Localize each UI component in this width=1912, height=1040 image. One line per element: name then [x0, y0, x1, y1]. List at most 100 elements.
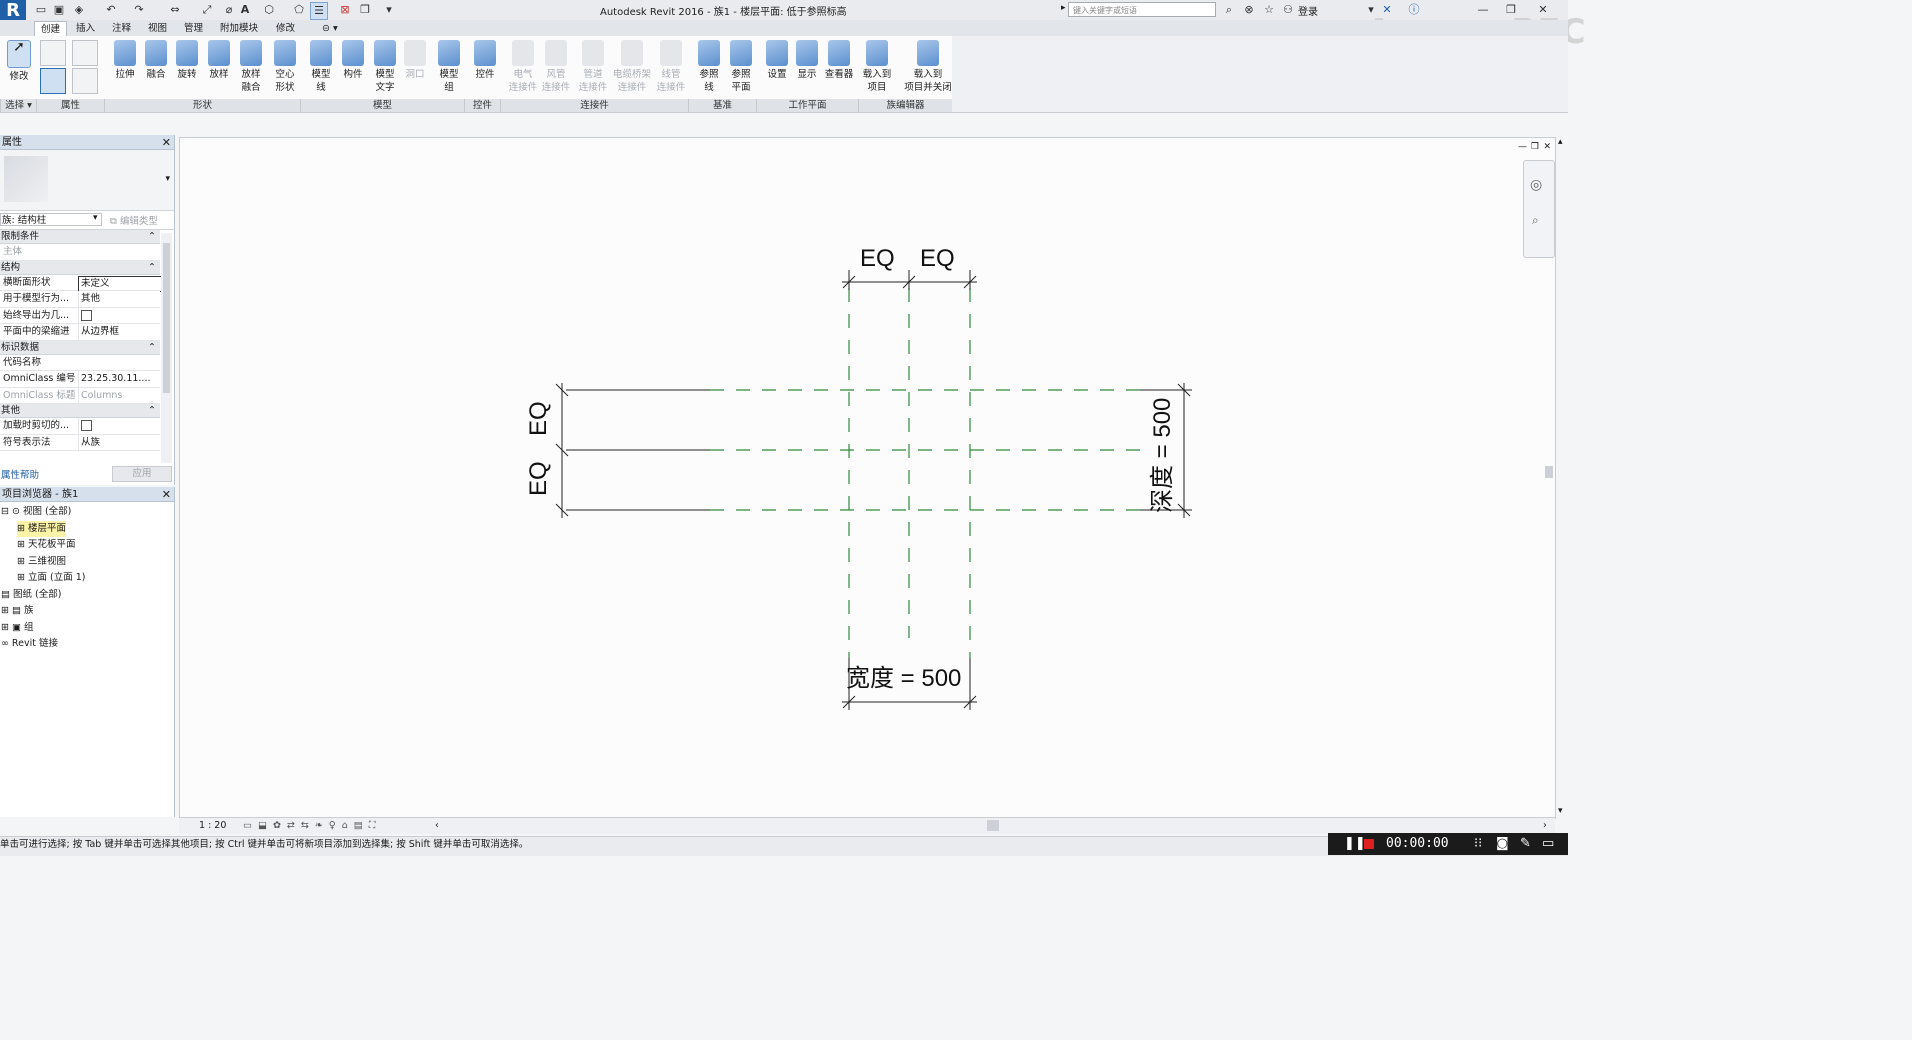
panel-title-8[interactable]: 族编辑器	[858, 99, 952, 112]
collapse-icon[interactable]: ⌃	[148, 404, 156, 418]
scroll-left-icon[interactable]: ‹	[435, 818, 439, 834]
search-expand-icon[interactable]: ▸	[1061, 3, 1066, 13]
dimension-icon[interactable]: ⤢	[200, 2, 214, 18]
collapse-icon[interactable]: ⌃	[148, 261, 156, 275]
property-value[interactable]: 23.25.30.11....	[78, 371, 161, 387]
ribbon-button-pipe-connector[interactable]: 管道 连接件	[578, 40, 608, 94]
ribbon-button-load-into-project[interactable]: 载入到 项目	[862, 40, 892, 94]
ribbon-button-model-line[interactable]: 模型 线	[306, 40, 336, 94]
property-group-header[interactable]: 标识数据 ⌃	[0, 340, 160, 355]
browser-item[interactable]: ⊞ ▤ 族	[1, 603, 33, 620]
favorites-icon[interactable]: ☆	[1262, 2, 1276, 18]
family-selector-dropdown-icon[interactable]: ▾	[93, 213, 98, 223]
collapse-icon[interactable]: ⌃	[148, 341, 156, 355]
tab-create[interactable]: 创建	[34, 21, 68, 37]
ribbon-button-model-text[interactable]: 模型 文字	[370, 40, 400, 94]
ribbon-button-reference-line[interactable]: 参照 线	[694, 40, 724, 94]
save-icon[interactable]: ▣	[52, 2, 66, 18]
view-control-icons[interactable]: ▭⬓✿⇄⇆❧♀⌂▤⛶	[243, 818, 381, 834]
ribbon-button-show-workplane[interactable]: 显示	[792, 40, 822, 81]
panel-title-7[interactable]: 工作平面	[756, 99, 858, 112]
browser-item[interactable]: ⊞ 天花板平面	[17, 537, 75, 554]
property-group-header[interactable]: 其他 ⌃	[0, 404, 160, 418]
panel-title-4[interactable]: 控件	[464, 99, 500, 112]
ribbon-button-reference-plane[interactable]: 参照 平面	[726, 40, 756, 94]
close-hidden-icon[interactable]: ⊠	[338, 2, 352, 18]
properties-toggle-icon[interactable]	[40, 68, 66, 94]
search-input[interactable]: 键入关键字或短语	[1068, 2, 1216, 17]
family-selector[interactable]: 族: 结构柱	[0, 213, 102, 226]
panel-title-5[interactable]: 连接件	[500, 99, 688, 112]
ribbon-button-void-form[interactable]: 空心 形状	[270, 40, 300, 94]
property-value[interactable]: 未定义	[78, 275, 162, 292]
property-group-header[interactable]: 限制条件 ⌃	[0, 230, 160, 244]
ribbon-button-sweep[interactable]: 放样	[204, 40, 234, 81]
zoom-icon[interactable]: ⌕	[1532, 213, 1539, 228]
property-value[interactable]: 从族	[78, 434, 161, 451]
ribbon-button-viewer[interactable]: 查看器	[824, 40, 854, 81]
property-value[interactable]: 其他	[78, 291, 161, 307]
dimensions[interactable]	[555, 270, 1192, 710]
ribbon-button-conduit-connector[interactable]: 线管 连接件	[656, 40, 686, 94]
close-browser-icon[interactable]: ✕	[162, 487, 171, 502]
browser-item[interactable]: ⊞ 立面 (立面 1)	[17, 570, 85, 587]
switch-windows-icon[interactable]: ❐	[358, 2, 372, 18]
property-row[interactable]: 主体	[0, 244, 160, 261]
browser-item[interactable]: ⊟ ⊙ 视图 (全部)	[1, 504, 71, 521]
browser-item[interactable]: ▤ 图纸 (全部)	[1, 587, 61, 604]
recorder-window-icon[interactable]: ▭	[1542, 833, 1554, 855]
recorder-settings-icon[interactable]: ⁝⁝	[1474, 833, 1482, 855]
undo-icon[interactable]: ↶	[104, 2, 118, 18]
qat-dropdown-icon[interactable]: ▾	[384, 2, 394, 18]
family-types-icon[interactable]	[72, 40, 98, 66]
properties-scrollbar[interactable]	[161, 233, 172, 463]
edit-type-button[interactable]: ⧉ 编辑类型	[110, 213, 158, 227]
panel-title-6[interactable]: 基准	[688, 99, 756, 112]
text-icon[interactable]: A	[238, 2, 252, 18]
ribbon-button-component[interactable]: 构件	[338, 40, 368, 81]
scroll-down-icon[interactable]: ▾	[1558, 806, 1563, 816]
view-scale[interactable]: 1 : 20	[199, 818, 226, 834]
ribbon-button-set-workplane[interactable]: 设置	[762, 40, 792, 81]
property-group-header[interactable]: 结构 ⌃	[0, 260, 160, 275]
close-properties-icon[interactable]: ✕	[162, 135, 171, 150]
property-value[interactable]	[78, 418, 161, 434]
pen-icon[interactable]: ✎	[1520, 833, 1531, 855]
open-icon[interactable]: ▭	[34, 2, 48, 18]
view-minimize-icon[interactable]: —	[1518, 142, 1527, 152]
ribbon-button-control[interactable]: 控件	[470, 40, 500, 81]
vertical-scroll-thumb[interactable]	[1545, 466, 1553, 478]
tab-modify[interactable]: 修改	[270, 21, 301, 36]
ribbon-button-swept-blend[interactable]: 放样 融合	[236, 40, 266, 94]
tab-insert[interactable]: 插入	[70, 21, 101, 36]
property-row[interactable]: 横断面形状 未定义	[0, 274, 162, 292]
type-dropdown-icon[interactable]: ▾	[165, 174, 170, 184]
ribbon-button-extrusion[interactable]: 拉伸	[110, 40, 140, 81]
property-row[interactable]: OmniClass 标题 Columns	[0, 387, 160, 404]
tab-add-ins[interactable]: 附加模块	[214, 21, 264, 36]
browser-item[interactable]: ⊞ 三维视图	[17, 554, 66, 571]
measure-icon[interactable]: ⇔	[168, 2, 182, 18]
checkbox[interactable]	[81, 309, 92, 321]
scroll-right-icon[interactable]: ›	[1543, 818, 1547, 834]
scroll-up-icon[interactable]: ▴	[1558, 137, 1563, 147]
view-restore-icon[interactable]: ❐	[1531, 142, 1539, 152]
panel-title-0[interactable]: 选择 ▾	[0, 99, 36, 112]
collapse-icon[interactable]: ⌃	[148, 230, 156, 244]
sync-icon[interactable]: ◈	[72, 2, 86, 18]
ribbon-button-blend[interactable]: 融合	[141, 40, 171, 81]
pause-icon[interactable]: ❚❚	[1344, 833, 1366, 855]
steering-wheel-icon[interactable]: ◎	[1530, 177, 1542, 193]
stop-icon[interactable]	[1364, 839, 1374, 849]
ribbon-button-cable-tray-connector[interactable]: 电缆桥架 连接件	[612, 40, 652, 94]
property-value[interactable]	[78, 307, 161, 324]
thin-lines-icon[interactable]: ☰	[310, 2, 328, 20]
ribbon-minimize-icon[interactable]: ⊝ ▾	[316, 21, 344, 36]
reference-planes[interactable]	[710, 288, 1140, 658]
redo-icon[interactable]: ↷	[132, 2, 146, 18]
property-row[interactable]: 平面中的梁缩进 从边界框	[0, 324, 160, 341]
family-category-icon[interactable]	[40, 40, 66, 66]
tab-annotate[interactable]: 注释	[106, 21, 137, 36]
panel-title-1[interactable]: 属性	[36, 99, 104, 112]
properties-help-link[interactable]: 属性帮助	[1, 467, 39, 481]
